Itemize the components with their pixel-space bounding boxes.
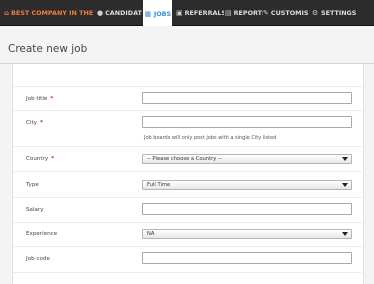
main-content: Create new job [0, 26, 374, 284]
nav-reports-label: REPORTS [233, 8, 263, 17]
required-marker: * [50, 96, 54, 102]
row-divider [12, 146, 362, 147]
experience-label: Experience [26, 231, 57, 237]
row-divider [12, 86, 362, 87]
required-marker: * [39, 120, 43, 126]
required-marker: * [51, 156, 55, 162]
home-icon: ⌂ [4, 8, 10, 17]
nav-referrals-label: REFERRALS [184, 8, 224, 17]
city-help-text: Job boards will only post jobs with a si… [144, 135, 277, 141]
type-label-text: Type [26, 182, 39, 188]
nav-candidates-label: CANDIDATES [105, 8, 142, 17]
chevron-down-icon [342, 232, 348, 236]
brand-label: BEST COMPANY IN THE WO [11, 8, 96, 17]
gear-icon: ⚙ [311, 8, 319, 17]
type-label: Type [26, 182, 39, 188]
type-selected-value: Full Time [147, 182, 171, 188]
country-selected-value: -- Please choose a Country -- [147, 156, 222, 162]
gift-icon: ▣ [176, 8, 183, 17]
row-divider [12, 222, 362, 223]
row-divider [12, 272, 362, 273]
nav-jobs[interactable]: ▦ JOBS [143, 0, 172, 27]
pencil-icon: ✎ [263, 8, 269, 17]
city-label: City * [26, 120, 43, 126]
type-select[interactable]: Full Time [142, 180, 352, 190]
country-label-text: Country [26, 156, 49, 162]
nav-referrals[interactable]: ▣ REFERRALS [176, 0, 224, 25]
nav-settings[interactable]: ⚙ SETTINGS [311, 0, 371, 25]
job-title-label: Job title * [26, 96, 53, 102]
salary-label-text: Salary [26, 207, 44, 213]
users-icon: ● [97, 8, 104, 17]
chevron-down-icon [342, 157, 348, 161]
job-code-input[interactable] [142, 252, 352, 264]
chart-icon: ▤ [225, 8, 232, 17]
job-code-label-text: Job code [26, 256, 50, 262]
row-divider [12, 197, 362, 198]
briefcase-icon: ▦ [144, 9, 152, 18]
salary-label: Salary [26, 207, 44, 213]
nav-reports[interactable]: ▤ REPORTS [225, 0, 263, 25]
nav-settings-label: SETTINGS [321, 8, 357, 17]
job-title-input[interactable] [142, 92, 352, 104]
city-input[interactable] [142, 116, 352, 128]
job-code-label: Job code [26, 256, 50, 262]
top-navigation: ⌂ BEST COMPANY IN THE WO ● CANDIDATES ▦ … [0, 0, 374, 27]
country-select[interactable]: -- Please choose a Country -- [142, 154, 352, 164]
salary-input[interactable] [142, 203, 352, 215]
country-label: Country * [26, 156, 54, 162]
nav-customise[interactable]: ✎ CUSTOMISE [263, 0, 309, 25]
company-brand-link[interactable]: ⌂ BEST COMPANY IN THE WO [4, 0, 96, 25]
experience-label-text: Experience [26, 231, 58, 237]
nav-customise-label: CUSTOMISE [270, 8, 309, 17]
row-divider [12, 110, 362, 111]
job-title-label-text: Job title [26, 96, 48, 102]
nav-jobs-label: JOBS [153, 9, 172, 18]
city-label-text: City [26, 120, 37, 126]
experience-selected-value: NA [147, 231, 155, 237]
row-divider [12, 246, 362, 247]
row-divider [12, 171, 362, 172]
chevron-down-icon [342, 183, 348, 187]
nav-candidates[interactable]: ● CANDIDATES [97, 0, 142, 25]
page-title: Create new job [8, 43, 88, 55]
experience-select[interactable]: NA [142, 229, 352, 239]
